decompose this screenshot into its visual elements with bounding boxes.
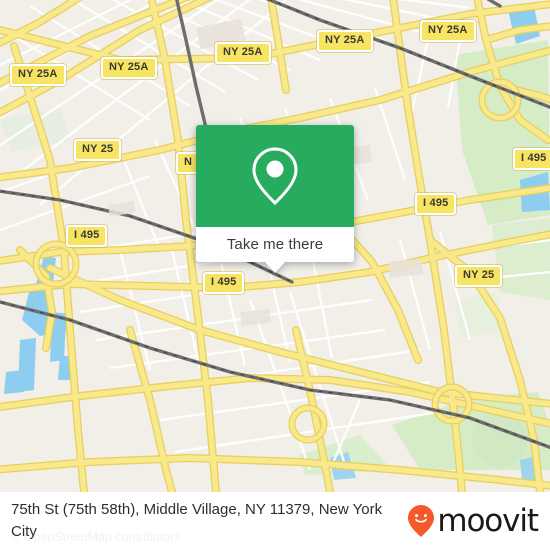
route-shield: NY 25A — [420, 20, 476, 42]
popup-tail — [264, 261, 286, 273]
location-caption: 75th St (75th 58th), Middle Village, NY … — [11, 501, 383, 540]
route-shield: NY 25A — [101, 57, 157, 79]
footer-caption-bar: 75th St (75th 58th), Middle Village, NY … — [0, 492, 550, 550]
route-shield: I 495 — [66, 225, 108, 247]
popup-pin-panel — [196, 125, 354, 227]
take-me-there-label: Take me there — [226, 236, 324, 253]
popup-action-row[interactable]: Take me there — [196, 227, 354, 273]
moovit-map-screenshot: NY 25A NY 25A NY 25A NY 25A NY 25A NY 25 N I 49… — [0, 0, 550, 550]
route-shield: I 495 — [415, 193, 457, 215]
route-shield: I 495 — [203, 272, 245, 294]
map-pin-icon — [252, 147, 298, 206]
route-shield: NY 25A — [317, 30, 373, 52]
route-shield: NY 25A — [10, 64, 66, 86]
route-shield: I 495 — [513, 148, 550, 170]
moovit-wordmark: moovit — [437, 502, 539, 539]
take-me-there-popup[interactable]: Take me there — [196, 125, 354, 273]
moovit-logo: moovit — [406, 502, 539, 539]
route-shield: NY 25 — [74, 139, 122, 161]
route-shield: NY 25A — [215, 42, 271, 64]
route-shield: NY 25 — [455, 265, 503, 287]
moovit-pin-smile-icon — [408, 505, 435, 537]
